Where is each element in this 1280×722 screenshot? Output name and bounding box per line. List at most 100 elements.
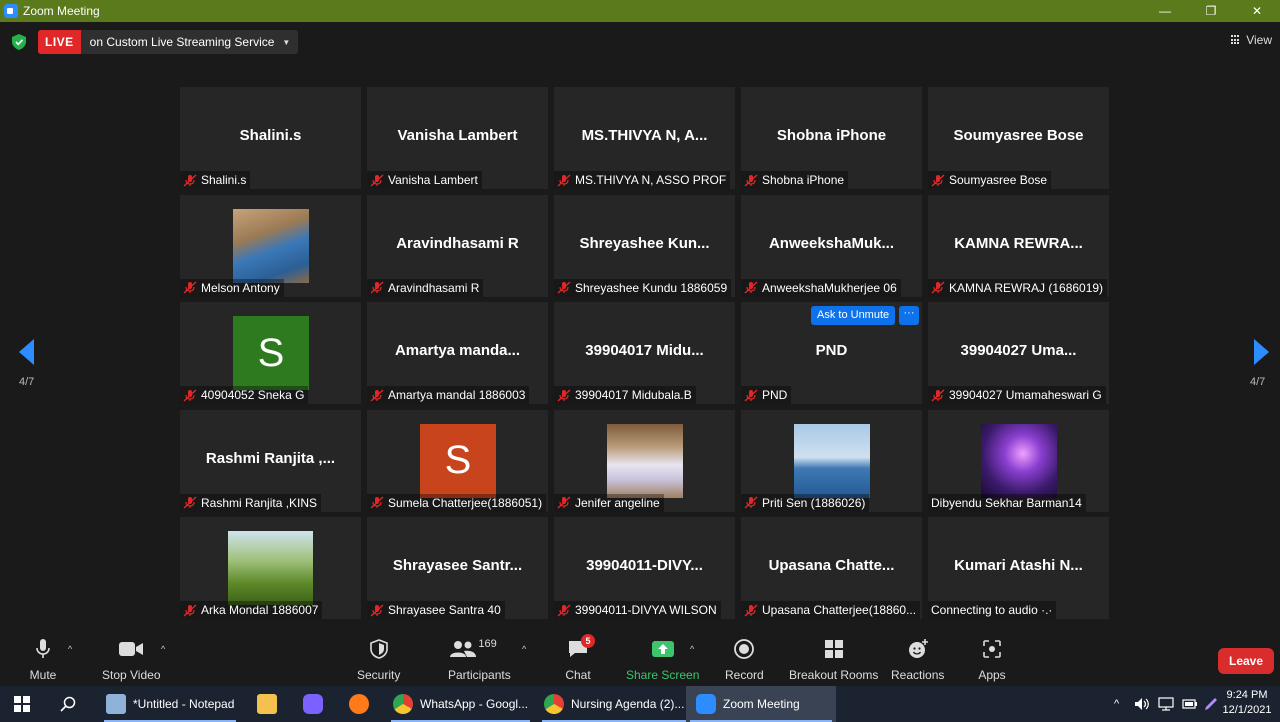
chrome-icon (393, 694, 413, 714)
encryption-shield-icon[interactable] (12, 34, 26, 50)
participant-name-caption: KAMNA REWRAJ (1686019) (928, 278, 1108, 297)
audio-options-chevron-icon[interactable]: ^ (68, 644, 72, 654)
live-service-label: on Custom Live Streaming Service (89, 35, 275, 49)
taskbar-clock[interactable]: 9:24 PM 12/1/2021 (1222, 688, 1272, 718)
participant-tile[interactable]: S Sumela Chatterjee(1886051) (367, 409, 548, 512)
participant-tile[interactable]: Dibyendu Sekhar Barman14 (928, 409, 1109, 512)
show-hidden-icons-chevron-icon[interactable]: ^ (1114, 686, 1119, 722)
pen-workspace-icon[interactable] (1204, 686, 1218, 722)
participant-tile[interactable]: Vanisha Lambert Vanisha Lambert (367, 87, 548, 189)
participant-tile[interactable]: Shreyashee Kun... Shreyashee Kundu 188605… (554, 194, 735, 297)
taskbar-item-whatsapp-chrome[interactable]: WhatsApp - Googl... (387, 686, 534, 722)
leave-button[interactable]: Leave (1218, 648, 1274, 674)
previous-page-arrow-icon[interactable] (19, 339, 34, 365)
ask-to-unmute-button[interactable]: Ask to Unmute (811, 306, 896, 325)
participant-tile[interactable]: 39904017 Midu... 39904017 Midubala.B (554, 302, 735, 404)
battery-icon[interactable] (1182, 686, 1198, 722)
participant-display-name: Upasana Chatte... (768, 557, 895, 574)
participant-name-caption: AnweekshaMukherjee 06 (741, 278, 901, 297)
participant-display-name: Amartya manda... (394, 342, 521, 359)
participant-tile[interactable]: KAMNA REWRA... KAMNA REWRAJ (1686019) (928, 194, 1109, 297)
chrome-icon (544, 694, 564, 714)
live-badge: LIVE (38, 30, 81, 54)
close-button[interactable]: ✕ (1234, 0, 1280, 22)
view-button[interactable]: View (1231, 33, 1272, 47)
participant-tile[interactable]: Upasana Chatte... Upasana Chatterjee(1886… (741, 517, 922, 619)
participant-tile[interactable]: Priti Sen (1886026) (741, 409, 922, 512)
participants-button[interactable]: 169 Participants (448, 636, 511, 682)
participant-tile[interactable]: Shrayasee Santr... Shrayasee Santra 40 (367, 517, 548, 619)
participant-tile[interactable]: Melson Antony (180, 194, 361, 297)
participant-name-caption: Rashmi Ranjita ,KINS (180, 493, 322, 512)
chat-label: Chat (565, 668, 591, 682)
video-camera-icon (116, 636, 146, 662)
participant-name-caption: Priti Sen (1886026) (741, 493, 870, 512)
participant-name-caption: PND (741, 386, 792, 404)
participant-tile[interactable]: 39904011-DIVY... 39904011-DIVYA WILSON (554, 517, 735, 619)
teams-icon[interactable] (303, 686, 323, 722)
caption-text: Shrayasee Santra 40 (388, 603, 501, 617)
caption-text: Arka Mondal 1886007 (201, 603, 319, 617)
next-page-arrow-icon[interactable] (1254, 339, 1269, 365)
restore-button[interactable]: ❐ (1188, 0, 1234, 22)
participant-tile[interactable]: Kumari Atashi N... Connecting to audio ·.… (928, 517, 1109, 619)
participant-tile[interactable]: Aravindhasami R Aravindhasami R (367, 194, 548, 297)
security-button[interactable]: Security (357, 636, 400, 682)
participant-tile[interactable]: PND Ask to Unmute ··· PND (741, 302, 922, 404)
caption-text: 39904027 Umamaheswari G (949, 388, 1102, 402)
record-label: Record (725, 668, 764, 682)
speaker-icon[interactable] (1134, 686, 1150, 722)
mute-button[interactable]: Mute (28, 636, 58, 682)
meeting-top-strip: LIVE on Custom Live Streaming Service ▼ … (0, 22, 1280, 60)
caption-text: Priti Sen (1886026) (762, 495, 866, 510)
participant-tile[interactable]: AnweekshaMuk... AnweekshaMukherjee 06 (741, 194, 922, 297)
share-screen-button[interactable]: Share Screen (626, 636, 699, 682)
participant-tile[interactable]: Shalini.s Shalini.s (180, 87, 361, 189)
muted-microphone-icon (744, 173, 762, 187)
participant-tile[interactable]: Arka Mondal 1886007 (180, 517, 361, 619)
participant-display-name: Shrayasee Santr... (392, 557, 523, 574)
record-button[interactable]: Record (725, 636, 764, 682)
taskbar-item-notepad[interactable]: *Untitled - Notepad (100, 686, 240, 722)
taskbar-item-zoom[interactable]: Zoom Meeting (686, 686, 836, 722)
live-streaming-dropdown[interactable]: LIVE on Custom Live Streaming Service ▼ (38, 30, 299, 54)
participant-name-caption: Aravindhasami R (367, 278, 484, 297)
network-icon[interactable] (1158, 686, 1174, 722)
stop-video-button[interactable]: Stop Video (102, 636, 161, 682)
breakout-rooms-button[interactable]: Breakout Rooms (789, 636, 878, 682)
participant-profile-photo (607, 423, 683, 498)
search-icon[interactable] (60, 686, 76, 722)
share-options-chevron-icon[interactable]: ^ (690, 644, 694, 654)
microphone-icon (28, 636, 58, 662)
chat-button[interactable]: 5 Chat (563, 634, 595, 682)
participants-options-chevron-icon[interactable]: ^ (522, 644, 526, 654)
participant-name-caption: Upasana Chatterjee(18860... (741, 601, 921, 619)
participant-gallery: Shalini.s Shalini.s Vanisha Lambert Vanisha… (180, 87, 1109, 619)
muted-microphone-icon (931, 173, 949, 187)
participant-tile[interactable]: Rashmi Ranjita ,... Rashmi Ranjita ,KINS (180, 409, 361, 512)
taskbar-item-nursing-agenda-chrome[interactable]: Nursing Agenda (2)... (538, 686, 690, 722)
participant-tile[interactable]: Amartya manda... Amartya mandal 1886003 (367, 302, 548, 404)
minimize-button[interactable]: — (1142, 0, 1188, 22)
file-explorer-icon[interactable] (257, 686, 277, 722)
apps-button[interactable]: Apps (977, 636, 1007, 682)
participant-tile[interactable]: Jenifer angeline (554, 409, 735, 512)
participant-display-name: 39904011-DIVY... (586, 557, 703, 574)
muted-microphone-icon (931, 281, 949, 294)
security-label: Security (357, 668, 401, 682)
video-options-chevron-icon[interactable]: ^ (161, 644, 165, 654)
firefox-icon[interactable] (349, 686, 369, 722)
participant-name-caption: 40904052 Sneka G (180, 386, 309, 404)
muted-microphone-icon (557, 173, 575, 187)
reactions-button[interactable]: Reactions (891, 636, 944, 682)
participant-tile[interactable]: Soumyasree Bose Soumyasree Bose (928, 87, 1109, 189)
more-options-button[interactable]: ··· (899, 306, 919, 325)
participant-tile[interactable]: 39904027 Uma... 39904027 Umamaheswari G (928, 302, 1109, 404)
caption-text: Amartya mandal 1886003 (388, 388, 526, 402)
participant-profile-photo (228, 531, 313, 605)
participant-tile[interactable]: Shobna iPhone Shobna iPhone (741, 87, 922, 189)
clock-time: 9:24 PM (1226, 689, 1268, 701)
participant-tile[interactable]: MS.THIVYA N, A... MS.THIVYA N, ASSO PROF (554, 87, 735, 189)
windows-start-icon[interactable] (14, 686, 30, 722)
participant-tile[interactable]: S 40904052 Sneka G (180, 302, 361, 404)
